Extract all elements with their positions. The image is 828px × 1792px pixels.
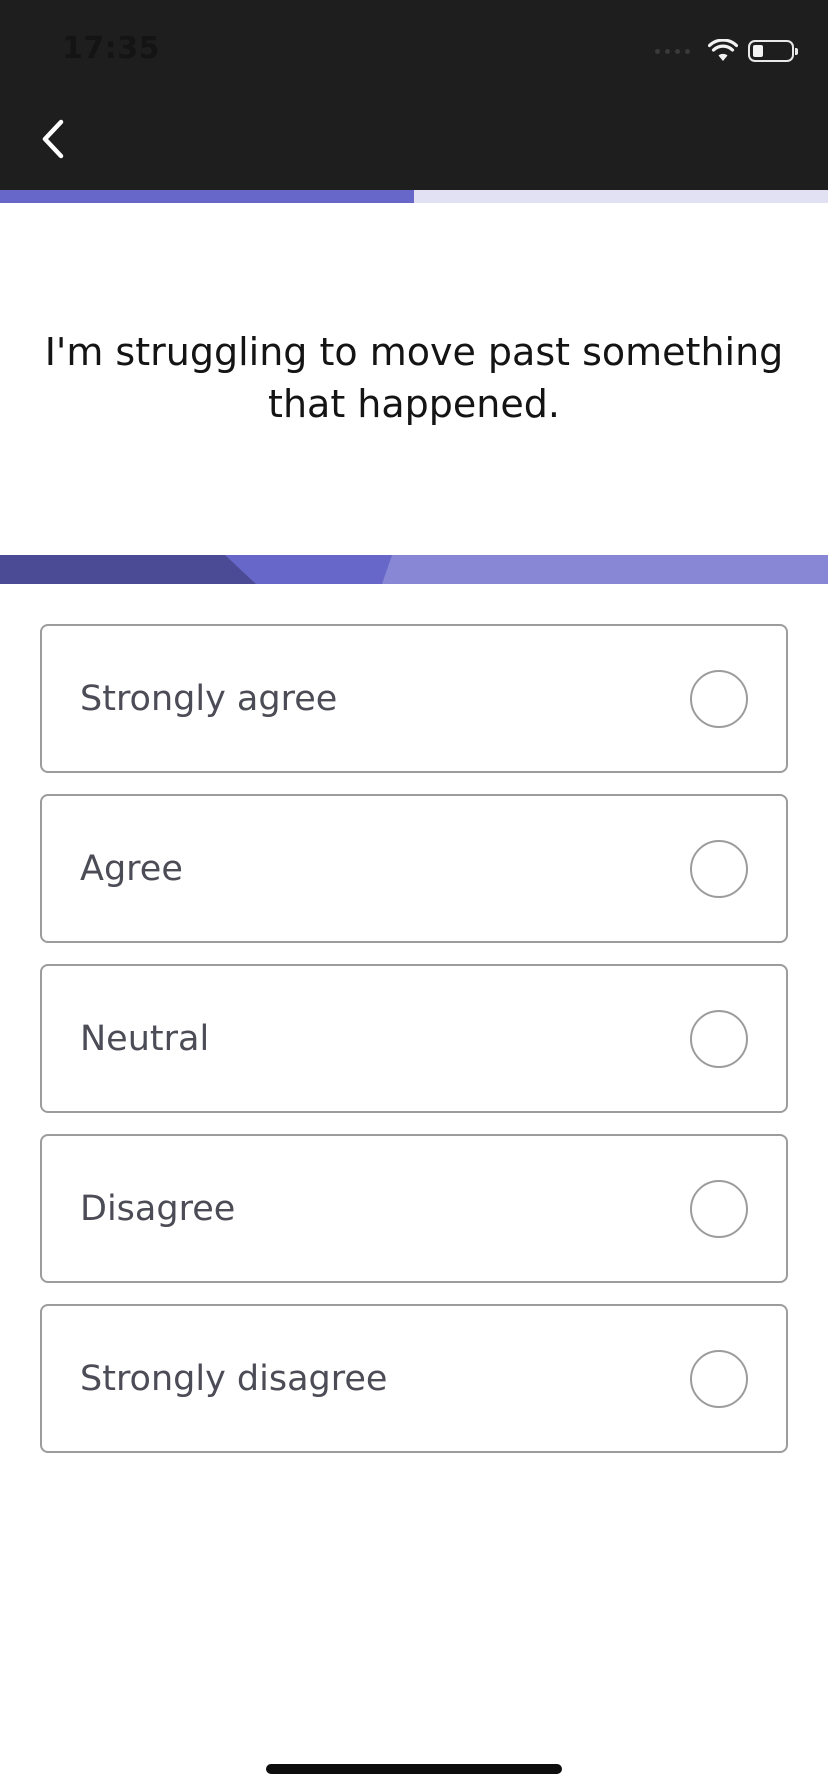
option-label: Strongly agree xyxy=(80,678,338,719)
battery-icon xyxy=(748,40,798,62)
status-time: 17:35 xyxy=(62,31,160,66)
question-text: I'm struggling to move past something th… xyxy=(44,330,784,426)
option-label: Neutral xyxy=(80,1018,210,1059)
chevron-left-icon xyxy=(42,119,64,159)
decorative-banner xyxy=(0,555,828,584)
status-icons xyxy=(655,36,798,66)
back-button[interactable] xyxy=(30,108,80,170)
cellular-signal-icon xyxy=(655,48,690,54)
radio-circle-icon[interactable] xyxy=(690,669,748,728)
answer-options: Strongly agree Agree Neutral Disagree St… xyxy=(40,624,788,1474)
option-strongly-disagree[interactable]: Strongly disagree xyxy=(40,1304,788,1453)
progress-fill xyxy=(0,190,414,203)
radio-circle-icon[interactable] xyxy=(690,839,748,898)
option-strongly-agree[interactable]: Strongly agree xyxy=(40,624,788,773)
option-label: Agree xyxy=(80,848,183,889)
option-neutral[interactable]: Neutral xyxy=(40,964,788,1113)
radio-circle-icon[interactable] xyxy=(690,1009,748,1068)
option-label: Disagree xyxy=(80,1188,236,1229)
option-label: Strongly disagree xyxy=(80,1358,388,1399)
radio-circle-icon[interactable] xyxy=(690,1179,748,1238)
radio-circle-icon[interactable] xyxy=(690,1349,748,1408)
progress-bar xyxy=(0,190,828,203)
home-indicator[interactable] xyxy=(266,1764,562,1774)
option-agree[interactable]: Agree xyxy=(40,794,788,943)
top-header: 17:35 xyxy=(0,0,828,190)
wifi-icon xyxy=(708,39,738,61)
option-disagree[interactable]: Disagree xyxy=(40,1134,788,1283)
